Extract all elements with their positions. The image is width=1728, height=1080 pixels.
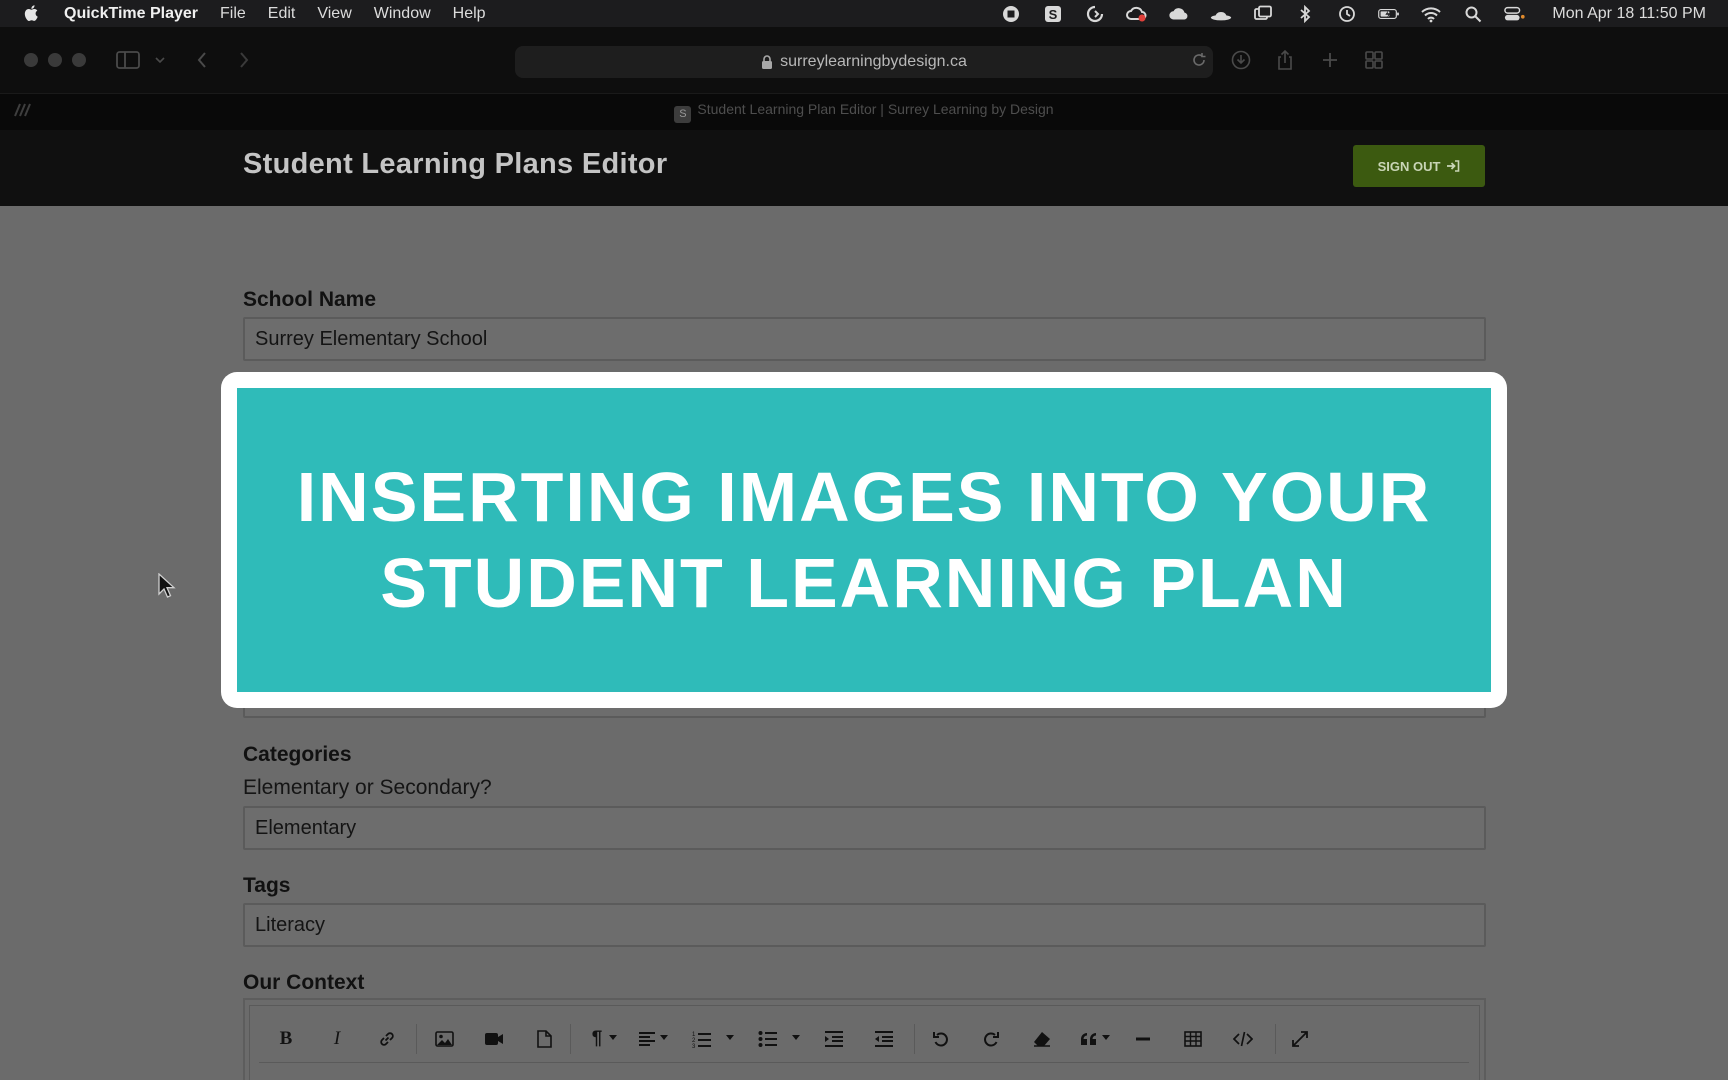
tags-input[interactable]: Literacy	[243, 903, 1486, 947]
toolbar-separator	[914, 1024, 915, 1054]
title-card-line-2: STUDENT LEARNING PLAN	[380, 544, 1348, 622]
school-name-label: School Name	[243, 288, 377, 311]
active-tab[interactable]: S Student Learning Plan Editor | Surrey L…	[0, 101, 1728, 123]
toolbar-separator	[416, 1024, 417, 1054]
toolbar-divider	[259, 1062, 1469, 1063]
code-view-icon[interactable]	[1232, 1025, 1254, 1053]
svg-text:S: S	[1049, 7, 1058, 22]
our-context-label: Our Context	[243, 971, 365, 994]
new-tab-icon[interactable]	[1317, 47, 1343, 73]
paragraph-icon[interactable]: ¶	[588, 1025, 606, 1053]
back-arrow-icon[interactable]	[189, 47, 215, 73]
toolbar-separator	[570, 1024, 571, 1054]
menu-view[interactable]: View	[317, 5, 351, 23]
menu-window[interactable]: Window	[374, 5, 431, 23]
window-zoom-button[interactable]	[72, 53, 86, 67]
sidebar-toggle-icon[interactable]	[115, 47, 141, 73]
clockwise-icon[interactable]	[1084, 5, 1106, 23]
wifi-icon[interactable]	[1420, 5, 1442, 23]
caret-down-icon[interactable]	[725, 1032, 735, 1042]
control-center-icon[interactable]	[1504, 5, 1526, 23]
svg-text:3: 3	[692, 1044, 696, 1048]
caret-down-icon[interactable]	[791, 1032, 801, 1042]
downloads-icon[interactable]	[1228, 47, 1254, 73]
sign-out-button[interactable]: SIGN OUT	[1353, 145, 1485, 187]
redo-icon[interactable]	[981, 1025, 1001, 1053]
tab-overview-icon[interactable]	[1361, 47, 1387, 73]
menu-app-name[interactable]: QuickTime Player	[64, 5, 198, 23]
address-bar[interactable]: surreylearningbydesign.ca	[515, 46, 1213, 78]
window-minimize-button[interactable]	[48, 53, 62, 67]
screen-mirroring-icon[interactable]	[1252, 5, 1274, 23]
title-card-line-1: INSERTING IMAGES INTO YOUR	[296, 458, 1432, 536]
time-machine-icon[interactable]	[1336, 5, 1358, 23]
horizontal-rule-icon[interactable]	[1133, 1025, 1153, 1053]
outdent-icon[interactable]	[873, 1025, 895, 1053]
tags-label: Tags	[243, 874, 291, 897]
clear-format-icon[interactable]	[1031, 1025, 1053, 1053]
caret-down-icon[interactable]	[608, 1032, 618, 1042]
unordered-list-icon[interactable]	[758, 1025, 778, 1053]
apple-logo-icon[interactable]	[22, 3, 42, 23]
page-title: Student Learning Plans Editor	[243, 148, 668, 180]
categories-label: Categories	[243, 743, 352, 766]
url-text: surreylearningbydesign.ca	[780, 53, 967, 70]
bowler-hat-icon[interactable]	[1210, 5, 1232, 23]
menu-edit[interactable]: Edit	[268, 5, 296, 23]
app-menus: QuickTime Player File Edit View Window H…	[64, 0, 486, 27]
tab-title-text: Student Learning Plan Editor | Surrey Le…	[697, 101, 1054, 117]
bluetooth-icon[interactable]	[1294, 4, 1316, 23]
menu-file[interactable]: File	[220, 5, 246, 23]
mouse-cursor-icon	[158, 573, 176, 598]
video-icon[interactable]	[483, 1025, 505, 1053]
toolbar-separator	[1275, 1024, 1276, 1054]
window-close-button[interactable]	[24, 53, 38, 67]
menu-help[interactable]: Help	[453, 5, 486, 23]
s-badge-icon[interactable]: S	[1042, 5, 1064, 23]
sign-out-icon	[1447, 160, 1460, 172]
italic-icon[interactable]: I	[327, 1025, 347, 1053]
ordered-list-icon[interactable]: 123	[692, 1025, 712, 1053]
lock-icon	[762, 54, 773, 69]
creative-cloud-icon[interactable]	[1126, 5, 1148, 23]
cloud-icon[interactable]	[1168, 5, 1190, 23]
reload-icon[interactable]	[1186, 47, 1212, 73]
school-name-input[interactable]: Surrey Elementary School	[243, 317, 1486, 361]
categories-question: Elementary or Secondary?	[243, 776, 492, 799]
fullscreen-icon[interactable]	[1289, 1025, 1311, 1053]
undo-icon[interactable]	[931, 1025, 951, 1053]
chevron-down-icon[interactable]	[152, 47, 168, 73]
title-card: INSERTING IMAGES INTO YOUR STUDENT LEARN…	[237, 388, 1491, 692]
caret-down-icon[interactable]	[659, 1032, 669, 1042]
file-icon[interactable]	[534, 1025, 554, 1053]
caret-down-icon[interactable]	[1101, 1032, 1111, 1042]
screen-record-icon[interactable]	[1000, 5, 1022, 23]
forward-arrow-icon[interactable]	[231, 47, 257, 73]
categories-input[interactable]: Elementary	[243, 806, 1486, 850]
tab-favicon: S	[674, 106, 692, 123]
menu-bar: QuickTime Player File Edit View Window H…	[0, 0, 1728, 27]
menubar-clock[interactable]: Mon Apr 18 11:50 PM	[1552, 5, 1706, 23]
spotlight-search-icon[interactable]	[1462, 5, 1484, 23]
indent-icon[interactable]	[823, 1025, 845, 1053]
link-icon[interactable]	[376, 1025, 398, 1053]
bold-icon[interactable]: B	[276, 1025, 296, 1053]
share-icon[interactable]	[1272, 47, 1298, 73]
battery-icon[interactable]	[1378, 5, 1400, 23]
table-icon[interactable]	[1182, 1025, 1204, 1053]
status-area: S Mon Apr 18 11:50 PM	[1000, 0, 1728, 27]
quote-icon[interactable]	[1079, 1025, 1099, 1053]
image-icon[interactable]	[433, 1025, 455, 1053]
align-icon[interactable]	[637, 1025, 657, 1053]
sign-out-label: SIGN OUT	[1377, 158, 1441, 174]
